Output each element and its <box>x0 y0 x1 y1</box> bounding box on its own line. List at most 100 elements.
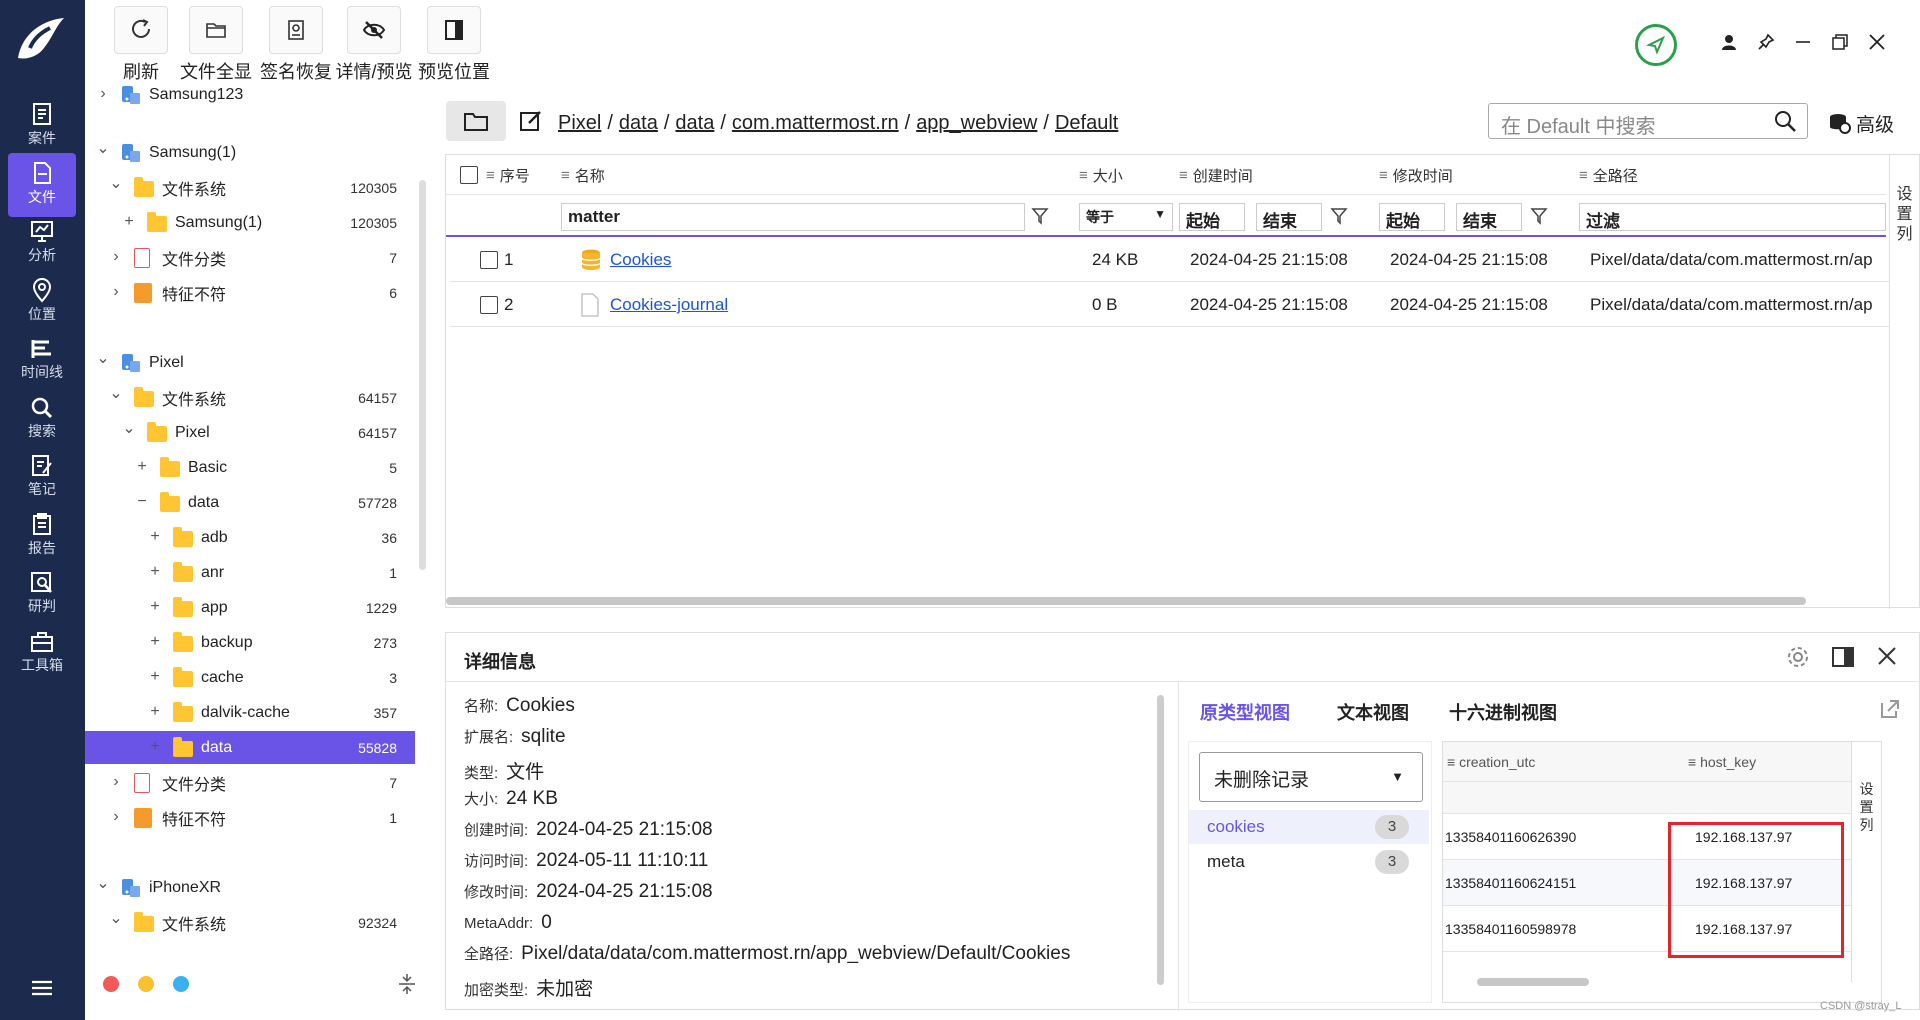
expand-icon[interactable]: + <box>147 668 163 686</box>
tree-item[interactable]: ⌄ iPhoneXR <box>85 871 415 904</box>
details-scrollbar[interactable] <box>1157 695 1164 985</box>
breadcrumb-item[interactable]: data <box>675 112 714 135</box>
chevron-icon[interactable]: › <box>95 85 111 103</box>
tree-item[interactable]: ⌄ 文件系统 92324 <box>85 906 415 939</box>
toolbar-button-folder[interactable]: 文件全显 <box>177 6 255 86</box>
menu-icon[interactable] <box>30 978 54 998</box>
tree-item[interactable]: + adb 36 <box>85 521 415 554</box>
expand-icon[interactable]: + <box>134 458 150 476</box>
chevron-icon[interactable]: › <box>108 808 124 826</box>
tree-item[interactable]: + Samsung(1) 120305 <box>85 206 415 239</box>
breadcrumb-item[interactable]: Default <box>1055 112 1118 135</box>
modified-start-input[interactable]: 起始 <box>1379 203 1445 231</box>
column-header-name[interactable]: ≡ 名称 <box>561 155 605 195</box>
restore-icon[interactable] <box>1826 28 1854 56</box>
nav-item-search[interactable]: 搜索 <box>8 387 76 451</box>
chevron-icon[interactable]: › <box>108 248 124 266</box>
chevron-icon[interactable]: ⌄ <box>95 873 111 893</box>
breadcrumb-item[interactable]: app_webview <box>916 112 1037 135</box>
view-tab[interactable]: 原类型视图 <box>1200 699 1290 725</box>
view-tab[interactable]: 文本视图 <box>1337 699 1409 725</box>
chevron-icon[interactable]: ⌄ <box>108 908 124 928</box>
nav-item-case[interactable]: 案件 <box>8 94 76 158</box>
toolbar-button-refresh[interactable]: 刷新 <box>111 6 171 86</box>
grid-header-host-key[interactable]: ≡ host_key <box>1688 754 1756 770</box>
view-tab[interactable]: 十六进制视图 <box>1449 699 1557 725</box>
status-ok-icon[interactable] <box>1635 24 1677 66</box>
tree-item[interactable]: − data 57728 <box>85 486 415 519</box>
tree-item[interactable]: ⌄ Pixel <box>85 346 415 379</box>
file-name-link[interactable]: Cookies-journal <box>610 295 728 315</box>
user-icon[interactable] <box>1715 28 1743 56</box>
tree-item[interactable]: › 文件分类 7 <box>85 766 415 799</box>
chevron-icon[interactable]: ⌄ <box>108 173 124 193</box>
chevron-icon[interactable]: › <box>108 773 124 791</box>
advanced-search-button[interactable]: 高级 <box>1828 108 1894 138</box>
expand-icon[interactable]: + <box>147 528 163 546</box>
collapse-icon[interactable]: − <box>134 493 150 511</box>
nav-item-note[interactable]: 笔记 <box>8 445 76 509</box>
table-list-item[interactable]: cookies 3 <box>1189 810 1429 844</box>
row-checkbox[interactable] <box>480 251 498 269</box>
created-start-input[interactable]: 起始 <box>1179 203 1245 231</box>
filter-icon[interactable] <box>1330 207 1348 229</box>
close-details-icon[interactable] <box>1876 645 1898 671</box>
external-open-icon[interactable] <box>1878 697 1902 725</box>
expand-icon[interactable]: + <box>147 598 163 616</box>
close-icon[interactable] <box>1863 28 1891 56</box>
tree-item[interactable]: + anr 1 <box>85 556 415 589</box>
grid-settings-column-toggle[interactable]: 设置列 <box>1851 742 1881 982</box>
settings-column-toggle[interactable]: 设置列 <box>1889 155 1919 609</box>
nav-item-file[interactable]: 文件 <box>8 152 76 217</box>
horizontal-scrollbar[interactable] <box>446 597 1806 605</box>
select-all-checkbox[interactable] <box>460 166 478 184</box>
tree-item[interactable]: + app 1229 <box>85 591 415 624</box>
expand-icon[interactable]: + <box>147 738 163 756</box>
nav-item-report[interactable]: 报告 <box>8 504 76 568</box>
edit-icon[interactable] <box>518 108 544 134</box>
nav-item-judge[interactable]: 研判 <box>8 562 76 626</box>
column-header-modified[interactable]: ≡ 修改时间 <box>1379 155 1453 195</box>
column-header-size[interactable]: ≡ 大小 <box>1079 155 1123 195</box>
tree-item[interactable]: ⌄ 文件系统 120305 <box>85 171 415 204</box>
chevron-icon[interactable]: › <box>108 283 124 301</box>
expand-icon[interactable]: + <box>147 633 163 651</box>
toolbar-button-eye-off[interactable]: 详情/预览 <box>335 6 413 86</box>
settings-icon[interactable] <box>1786 645 1810 673</box>
expand-icon[interactable]: + <box>121 213 137 231</box>
minimize-icon[interactable] <box>1789 28 1817 56</box>
path-filter-input[interactable]: 过滤 <box>1579 203 1886 231</box>
blue-dot-icon[interactable] <box>173 976 189 992</box>
tree-item[interactable]: + Basic 5 <box>85 451 415 484</box>
nav-item-toolbox[interactable]: 工具箱 <box>8 621 76 685</box>
table-row[interactable]: 2 Cookies-journal 0 B 2024-04-25 21:15:08 20… <box>450 283 1890 327</box>
tree-item[interactable]: ⌄ 文件系统 64157 <box>85 381 415 414</box>
table-list-item[interactable]: meta 3 <box>1189 845 1429 879</box>
tree-item[interactable]: › 文件分类 7 <box>85 241 415 274</box>
tree-item[interactable]: ⌄ Samsung(1) <box>85 136 415 169</box>
collapse-all-icon[interactable] <box>397 972 417 996</box>
column-header-created[interactable]: ≡ 创建时间 <box>1179 155 1253 195</box>
tree-item[interactable]: ⌄ Pixel 64157 <box>85 416 415 449</box>
yellow-dot-icon[interactable] <box>138 976 154 992</box>
tree-item[interactable]: + backup 273 <box>85 626 415 659</box>
breadcrumb-item[interactable]: Pixel <box>558 112 601 135</box>
toolbar-button-panel[interactable]: 预览位置 <box>415 6 493 86</box>
chevron-icon[interactable]: ⌄ <box>121 418 137 438</box>
expand-icon[interactable]: + <box>147 563 163 581</box>
row-checkbox[interactable] <box>480 296 498 314</box>
nav-item-timeline[interactable]: 时间线 <box>8 328 76 392</box>
folder-view-button[interactable] <box>446 101 506 141</box>
chevron-icon[interactable]: ⌄ <box>95 348 111 368</box>
red-dot-icon[interactable] <box>103 976 119 992</box>
size-operator-select[interactable]: 等于 ▼ <box>1079 203 1173 231</box>
split-panel-icon[interactable] <box>1831 645 1855 673</box>
nav-item-analysis[interactable]: 分析 <box>8 211 76 275</box>
column-header-index[interactable]: ≡ 序号 <box>486 155 530 195</box>
chevron-icon[interactable]: ⌄ <box>108 383 124 403</box>
chevron-icon[interactable]: ⌄ <box>95 138 111 158</box>
created-end-input[interactable]: 结束 <box>1256 203 1322 231</box>
file-name-link[interactable]: Cookies <box>610 250 671 270</box>
search-input[interactable]: 在 Default 中搜索 <box>1488 103 1808 139</box>
nav-item-location[interactable]: 位置 <box>8 270 76 334</box>
